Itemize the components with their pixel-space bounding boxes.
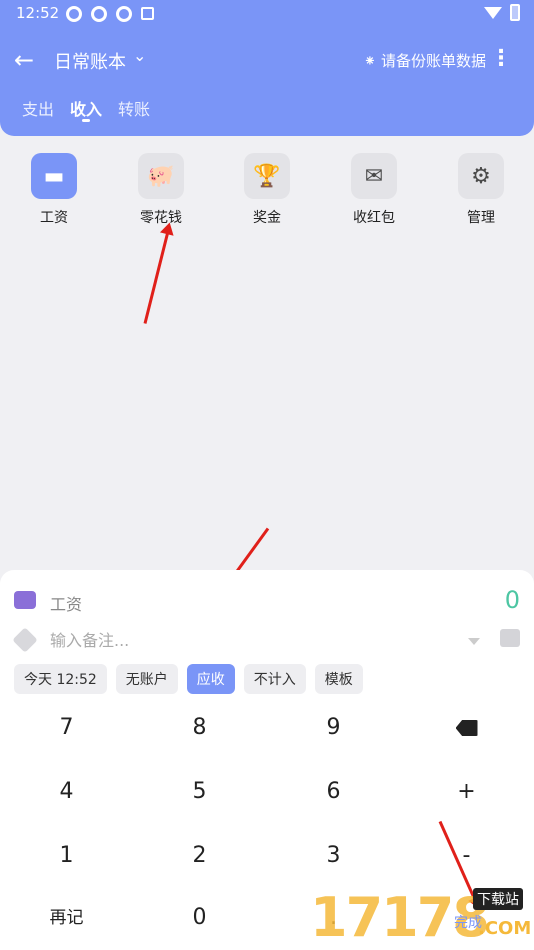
notification-icon (91, 6, 107, 22)
site-watermark: 17178 下载站 .COM (310, 884, 534, 950)
category-bonus[interactable]: 🏆 奖金 (227, 153, 307, 227)
notification-icon (116, 6, 132, 22)
key-7[interactable]: 7 (0, 696, 133, 760)
date-chip[interactable]: 今天 12:52 (14, 664, 107, 694)
plus-key[interactable]: + (400, 760, 533, 824)
backspace-icon (455, 720, 478, 736)
key-0[interactable]: 0 (133, 886, 266, 950)
template-chip[interactable]: 模板 (314, 664, 363, 694)
category-label: 工资 (40, 210, 68, 226)
status-right (484, 4, 520, 21)
arrow-left-icon[interactable]: ← (14, 46, 34, 74)
title-bar: ← 日常账本 ⌄ ⁕ 请备份账单数据 ⋮ (0, 40, 534, 80)
wallet-icon (14, 591, 36, 609)
key-2[interactable]: 2 (133, 824, 266, 888)
option-chips: 今天 12:52 无账户 应收 不计入 模板 (14, 664, 363, 694)
battery-icon (510, 4, 520, 21)
key-6[interactable]: 6 (267, 760, 400, 824)
type-tabs: 支出 收入 转账 (22, 96, 150, 122)
record-again-key[interactable]: 再记 (0, 886, 133, 950)
red-envelope-icon: ✉ (351, 153, 397, 199)
piggy-bank-icon: 🐖 (138, 153, 184, 199)
category-salary[interactable]: ▬ 工资 (14, 153, 94, 227)
key-5[interactable]: 5 (133, 760, 266, 824)
category-manage[interactable]: ⚙ 管理 (441, 153, 521, 227)
watermark-site: 下载站 (473, 888, 523, 910)
tab-income[interactable]: 收入 (70, 96, 102, 122)
annotation-arrow (143, 226, 171, 324)
wifi-icon (484, 6, 502, 19)
category-pocket-money[interactable]: 🐖 零花钱 (121, 153, 201, 227)
finish-button[interactable]: 完成 (454, 912, 482, 932)
entry-category-row: 工资 0 (14, 586, 520, 616)
watermark-domain: .COM (478, 918, 532, 939)
more-vert-icon[interactable]: ⋮ (490, 46, 512, 71)
key-3[interactable]: 3 (267, 824, 400, 888)
tab-transfer[interactable]: 转账 (118, 96, 150, 120)
note-row (12, 626, 520, 654)
ledger-title[interactable]: 日常账本 (54, 48, 126, 74)
status-bar: 12:52 (0, 0, 534, 28)
key-9[interactable]: 9 (267, 696, 400, 760)
wallet-icon: ▬ (31, 153, 77, 199)
key-4[interactable]: 4 (0, 760, 133, 824)
category-label: 收红包 (353, 210, 395, 226)
key-8[interactable]: 8 (133, 696, 266, 760)
notification-icons (66, 6, 154, 22)
account-chip[interactable]: 无账户 (115, 664, 178, 694)
gear-icon: ⚙ (458, 153, 504, 199)
status-time: 12:52 (16, 4, 60, 22)
header: 12:52 ← 日常账本 ⌄ ⁕ 请备份账单数据 ⋮ 支出 收入 转账 (0, 0, 534, 136)
backspace-key[interactable] (400, 696, 533, 760)
notification-a-icon (141, 7, 154, 20)
exclude-chip[interactable]: 不计入 (243, 664, 306, 694)
category-label: 奖金 (253, 210, 281, 226)
backup-reminder[interactable]: ⁕ 请备份账单数据 (364, 50, 486, 71)
receivable-chip[interactable]: 应收 (186, 664, 235, 694)
amount-display: 0 (504, 586, 520, 614)
image-icon[interactable] (500, 629, 520, 647)
category-label: 管理 (467, 210, 495, 226)
notification-icon (66, 6, 82, 22)
tag-icon (12, 627, 38, 653)
category-grid: ▬ 工资 🐖 零花钱 🏆 奖金 ✉ 收红包 ⚙ 管理 (0, 153, 534, 233)
note-input[interactable] (50, 626, 430, 654)
selected-category: 工资 (50, 595, 83, 614)
category-red-envelope[interactable]: ✉ 收红包 (334, 153, 414, 227)
chevron-down-icon[interactable]: ⌄ (133, 46, 146, 65)
dropdown-icon[interactable] (468, 638, 480, 645)
trophy-icon: 🏆 (244, 153, 290, 199)
key-1[interactable]: 1 (0, 824, 133, 888)
tab-expense[interactable]: 支出 (22, 96, 54, 120)
